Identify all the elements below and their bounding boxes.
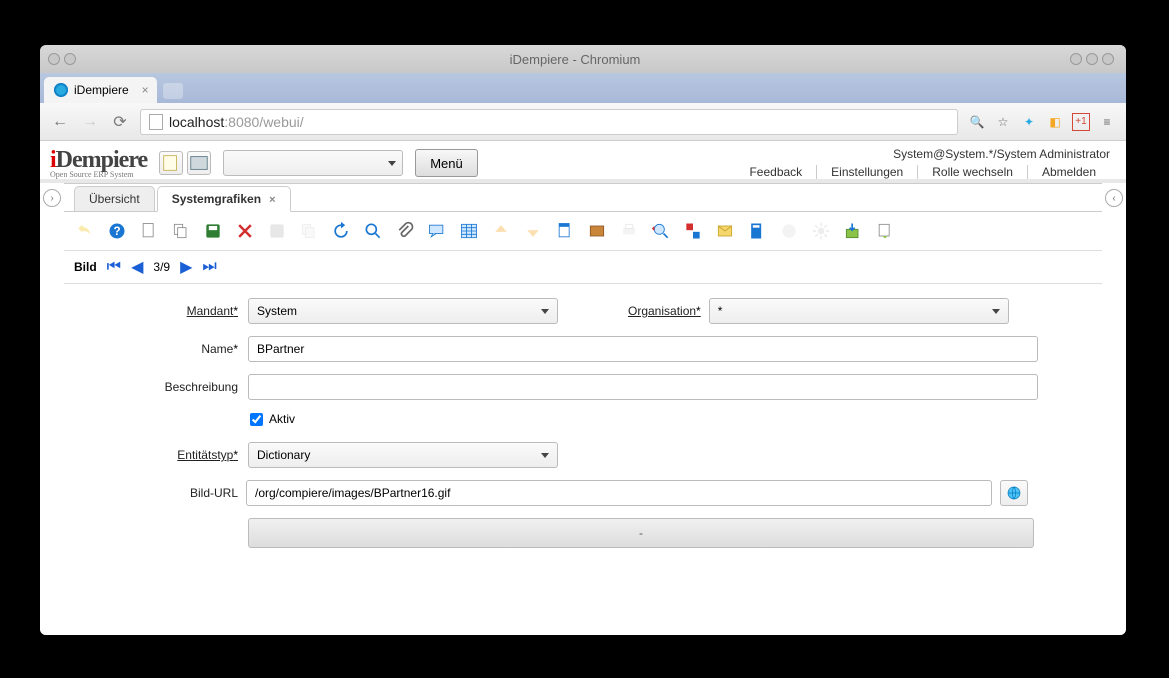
left-sidebar-toggle[interactable]: › [40,183,64,635]
active-checkbox[interactable] [250,413,263,426]
request-icon[interactable] [712,218,738,244]
wm-button-2[interactable] [64,53,76,65]
window-titlebar: iDempiere - Chromium [40,45,1126,73]
prev-record-icon[interactable]: ◀ [131,257,143,277]
new-tab-button[interactable] [163,83,183,99]
header-combobox[interactable] [223,150,403,176]
mandant-combobox[interactable]: System [248,298,558,324]
mandant-label: Mandant* [88,304,238,318]
active-workflow-icon[interactable] [680,218,706,244]
switch-role-link[interactable]: Rolle wechseln [918,165,1028,179]
tab-close-icon[interactable]: × [142,83,149,97]
image-preview-button[interactable]: - [248,518,1034,548]
gplus-icon[interactable]: +1 [1072,113,1090,131]
name-label: Name* [88,342,238,356]
back-button[interactable]: ← [50,112,70,132]
undo-icon[interactable] [72,218,98,244]
browser-addressbar: ← → ⟳ localhost:8080/webui/ 🔍 ☆ ✦ ◧ +1 ≡ [40,103,1126,141]
grid-toggle-icon[interactable] [456,218,482,244]
find-icon[interactable] [360,218,386,244]
app-header: iDempiere Open Source ERP System Menü Sy… [40,141,1126,179]
svg-text:?: ? [113,225,120,238]
wm-minimize[interactable] [1070,53,1082,65]
new-icon[interactable] [136,218,162,244]
logout-link[interactable]: Abmelden [1028,165,1110,179]
description-field[interactable] [248,374,1038,400]
image-url-field[interactable] [246,480,992,506]
settings-link[interactable]: Einstellungen [817,165,918,179]
image-url-label: Bild-URL [88,486,238,500]
menu-button[interactable]: Menü [415,149,478,177]
reload-button[interactable]: ⟳ [110,112,130,132]
last-record-icon[interactable]: ⏭ [202,258,216,276]
menu-icon[interactable]: ≡ [1098,113,1116,131]
favicon-icon [54,83,68,97]
browser-tab-title: iDempiere [74,83,129,97]
page-icon [149,114,163,130]
chat-icon[interactable] [424,218,450,244]
context-label: System@System.*/System Administrator [735,147,1110,161]
refresh-icon[interactable] [328,218,354,244]
translate-icon[interactable]: ✦ [1020,113,1038,131]
active-label: Aktiv [269,412,295,426]
browser-tabstrip: iDempiere × [40,73,1126,103]
entitytype-label: Entitätstyp* [88,448,238,462]
zoom-icon[interactable]: 🔍 [968,113,986,131]
nav-down-icon[interactable] [520,218,546,244]
product-info-icon[interactable] [744,218,770,244]
toolbar: ? [64,212,1102,251]
description-label: Beschreibung [88,380,238,394]
logo: iDempiere Open Source ERP System [50,147,147,179]
save-icon[interactable] [200,218,226,244]
bookmark-star-icon[interactable]: ☆ [994,113,1012,131]
entitytype-combobox[interactable]: Dictionary [248,442,558,468]
nav-up-icon[interactable] [488,218,514,244]
import-file-icon[interactable] [872,218,898,244]
organisation-combobox[interactable]: * [709,298,1009,324]
save-new-icon[interactable] [264,218,290,244]
name-field[interactable] [248,336,1038,362]
attachment-icon[interactable] [392,218,418,244]
record-position: 3/9 [153,260,170,274]
next-record-icon[interactable]: ▶ [180,257,192,277]
tab-overview[interactable]: Übersicht [74,186,155,211]
print-icon[interactable] [616,218,642,244]
new-record-icon[interactable] [159,151,183,175]
organisation-label: Organisation* [628,304,701,318]
app-tabbar: Übersicht Systemgrafiken× [64,184,1102,212]
copy-record-icon[interactable] [296,218,322,244]
form-panel: Mandant* System Organisation* * Name* Be… [64,284,1102,562]
window-title: iDempiere - Chromium [80,52,1070,67]
feedback-link[interactable]: Feedback [735,165,817,179]
wm-close[interactable] [1102,53,1114,65]
zoom-across-icon[interactable] [648,218,674,244]
right-sidebar-toggle[interactable]: ‹ [1102,183,1126,635]
address-field[interactable]: localhost:8080/webui/ [140,109,958,135]
delete-icon[interactable] [232,218,258,244]
forward-button[interactable]: → [80,112,100,132]
first-record-icon[interactable]: ⏮ [107,258,121,276]
report-icon[interactable] [552,218,578,244]
export-icon[interactable] [840,218,866,244]
wm-button-1[interactable] [48,53,60,65]
tab-close-icon[interactable]: × [269,194,275,206]
browser-tab-active[interactable]: iDempiere × [44,77,157,103]
open-url-button[interactable] [1000,480,1028,506]
open-window-icon[interactable] [187,151,211,175]
extension-icon[interactable]: ◧ [1046,113,1064,131]
wm-maximize[interactable] [1086,53,1098,65]
copy-icon[interactable] [168,218,194,244]
record-navigator: Bild ⏮ ◀ 3/9 ▶ ⏭ [64,251,1102,284]
gear-icon[interactable] [808,218,834,244]
help-icon[interactable]: ? [104,218,130,244]
url-text: localhost:8080/webui/ [169,114,304,130]
process-icon[interactable] [776,218,802,244]
record-label: Bild [74,260,97,274]
tab-systemgrafiken[interactable]: Systemgrafiken× [157,186,291,212]
archive-icon[interactable] [584,218,610,244]
